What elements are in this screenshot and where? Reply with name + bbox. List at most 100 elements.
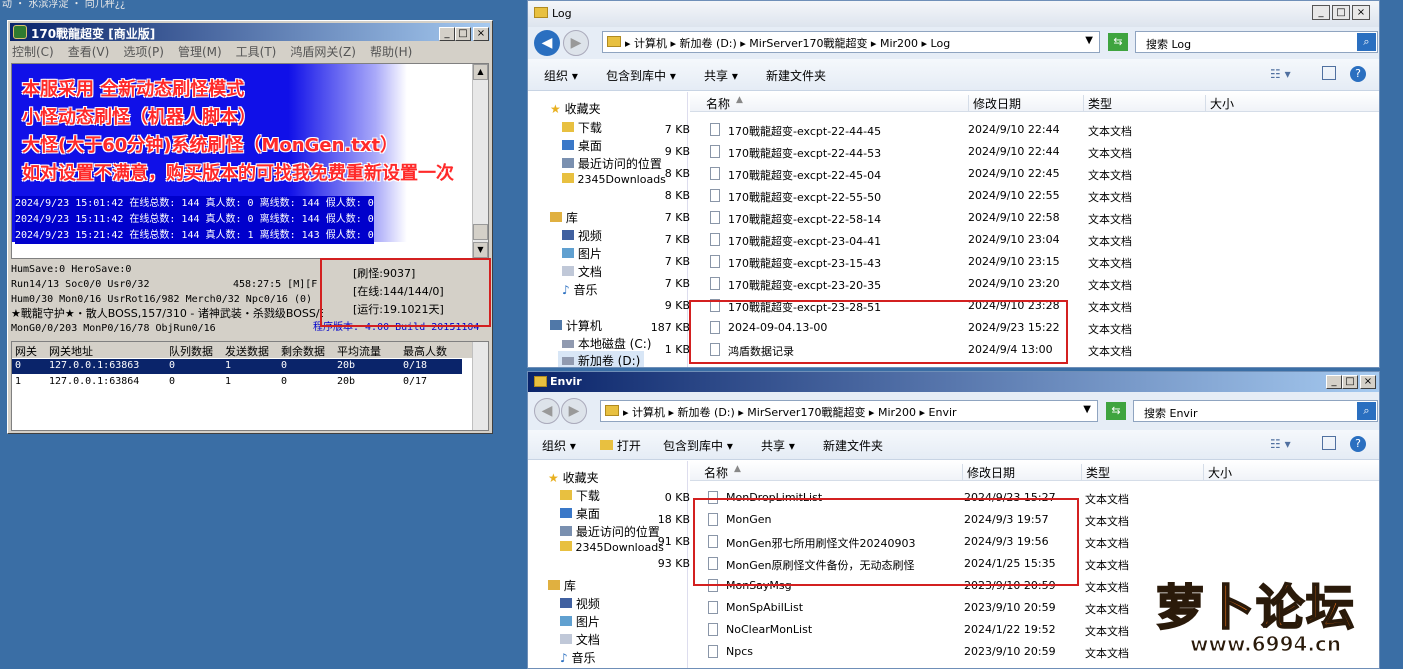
menu-options[interactable]: 选项(P) bbox=[123, 43, 164, 61]
nav-video[interactable]: 视频 bbox=[562, 227, 602, 244]
view-icon[interactable]: ☷ ▾ bbox=[1270, 67, 1291, 81]
file-row[interactable]: 170戰龍超变-excpt-22-45-04 2024/9/10 22:45 文本文… bbox=[665, 164, 1290, 186]
minimize-button[interactable]: _ bbox=[1326, 375, 1342, 389]
new-folder-button[interactable]: 新建文件夹 bbox=[823, 437, 883, 454]
nav-pictures[interactable]: 图片 bbox=[562, 245, 602, 262]
log-address-field[interactable]: ▸ 计算机 ▸ 新加卷 (D:) ▸ MirServer170戰龍超变 ▸ Mi… bbox=[602, 31, 1100, 53]
col-header[interactable]: 队列数据 bbox=[169, 343, 213, 359]
file-row[interactable]: 170戰龍超变-excpt-22-55-50 2024/9/10 22:55 文本文… bbox=[665, 186, 1290, 208]
maximize-button[interactable]: □ bbox=[1332, 5, 1350, 20]
nav-video[interactable]: 视频 bbox=[560, 595, 600, 612]
col-header[interactable]: 网关地址 bbox=[49, 343, 93, 359]
envir-address-field[interactable]: ▸ 计算机 ▸ 新加卷 (D:) ▸ MirServer170戰龍超变 ▸ Mi… bbox=[600, 400, 1098, 422]
preview-pane-icon[interactable] bbox=[1322, 66, 1336, 80]
nav-computer[interactable]: 计算机 bbox=[550, 317, 602, 334]
back-button[interactable]: ◀ bbox=[534, 398, 560, 424]
help-icon[interactable]: ? bbox=[1350, 436, 1366, 452]
nav-2345downloads[interactable]: 2345Downloads bbox=[560, 541, 664, 554]
maximize-button[interactable]: □ bbox=[1342, 375, 1358, 389]
file-row[interactable]: 170戰龍超变-excpt-23-20-35 2024/9/10 23:20 文本文… bbox=[665, 274, 1290, 296]
nav-favorites[interactable]: ★ 收藏夹 bbox=[548, 469, 599, 486]
minimize-button[interactable]: _ bbox=[439, 27, 455, 41]
log-search-input[interactable]: 搜索 Log ⌕ bbox=[1135, 31, 1378, 53]
view-icon[interactable]: ☷ ▾ bbox=[1270, 437, 1291, 451]
file-row[interactable]: 170戰龍超变-excpt-22-58-14 2024/9/10 22:58 文本文… bbox=[665, 208, 1290, 230]
organize-button[interactable]: 组织 ▾ bbox=[544, 67, 578, 84]
col-header[interactable]: 最高人数 bbox=[403, 343, 447, 359]
table-row[interactable]: 0 127.0.0.1:63863 0 1 0 20b 0/18 bbox=[12, 359, 462, 374]
open-button[interactable]: 打开 bbox=[600, 437, 641, 454]
envir-search-input[interactable]: 搜索 Envir ⌕ bbox=[1133, 400, 1378, 422]
refresh-icon[interactable]: ⇆ bbox=[1108, 33, 1128, 51]
menu-tools[interactable]: 工具(T) bbox=[236, 43, 277, 61]
menu-gateway[interactable]: 鸿盾网关(Z) bbox=[290, 43, 356, 61]
nav-documents[interactable]: 文档 bbox=[560, 631, 600, 648]
column-name[interactable]: 名称 bbox=[704, 464, 728, 481]
search-icon[interactable]: ⌕ bbox=[1357, 402, 1376, 420]
nav-downloads[interactable]: 下载 bbox=[562, 119, 602, 136]
menu-view[interactable]: 查看(V) bbox=[68, 43, 110, 61]
nav-music[interactable]: ♪ 音乐 bbox=[560, 649, 596, 666]
log-scrollbar[interactable]: ▲ ▼ bbox=[472, 64, 488, 258]
menu-help[interactable]: 帮助(H) bbox=[370, 43, 412, 61]
close-button[interactable]: × bbox=[1360, 375, 1376, 389]
nav-music[interactable]: ♪ 音乐 bbox=[562, 281, 598, 298]
maximize-button[interactable]: □ bbox=[455, 27, 471, 41]
new-folder-button[interactable]: 新建文件夹 bbox=[766, 67, 826, 84]
column-type[interactable]: 类型 bbox=[1083, 95, 1112, 112]
nav-pictures[interactable]: 图片 bbox=[560, 613, 600, 630]
column-date[interactable]: 修改日期 bbox=[968, 95, 1021, 112]
chevron-down-icon[interactable]: ▼ bbox=[1083, 404, 1091, 415]
file-row[interactable]: 170戰龍超变-excpt-22-44-53 2024/9/10 22:44 文本文… bbox=[665, 142, 1290, 164]
table-row[interactable]: 1 127.0.0.1:63864 0 1 0 20b 0/17 bbox=[12, 375, 462, 390]
scroll-up-icon[interactable]: ▲ bbox=[473, 64, 488, 80]
share-button[interactable]: 共享 ▾ bbox=[761, 437, 795, 454]
forward-button[interactable]: ▶ bbox=[563, 30, 589, 56]
column-size[interactable]: 大小 bbox=[1203, 464, 1232, 481]
nav-library[interactable]: 库 bbox=[550, 209, 578, 226]
nav-desktop[interactable]: 桌面 bbox=[562, 137, 602, 154]
file-row[interactable]: 170戰龍超变-excpt-23-04-41 2024/9/10 23:04 文本文… bbox=[665, 230, 1290, 252]
file-row[interactable]: 170戰龍超变-excpt-22-44-45 2024/9/10 22:44 文本文… bbox=[665, 120, 1290, 142]
close-button[interactable]: × bbox=[1352, 5, 1370, 20]
nav-drive-c[interactable]: 本地磁盘 (C:) bbox=[562, 335, 651, 352]
search-icon[interactable]: ⌕ bbox=[1357, 33, 1376, 51]
preview-pane-icon[interactable] bbox=[1322, 436, 1336, 450]
nav-downloads[interactable]: 下载 bbox=[560, 487, 600, 504]
nav-recent[interactable]: 最近访问的位置 bbox=[562, 155, 662, 172]
organize-button[interactable]: 组织 ▾ bbox=[542, 437, 576, 454]
nav-favorites[interactable]: ★ 收藏夹 bbox=[550, 100, 601, 117]
chevron-down-icon[interactable]: ▼ bbox=[1085, 35, 1093, 46]
log-titlebar[interactable]: Log _ □ × bbox=[528, 1, 1379, 27]
file-row[interactable]: 170戰龍超变-excpt-23-15-43 2024/9/10 23:15 文本文… bbox=[665, 252, 1290, 274]
scroll-thumb[interactable] bbox=[473, 224, 488, 240]
close-button[interactable]: × bbox=[473, 27, 489, 41]
refresh-icon[interactable]: ⇆ bbox=[1106, 402, 1126, 420]
table-scrollbar[interactable] bbox=[472, 342, 488, 430]
nav-drive-d[interactable]: 新加卷 (D:) bbox=[558, 351, 645, 367]
nav-documents[interactable]: 文档 bbox=[562, 263, 602, 280]
column-name[interactable]: 名称 bbox=[706, 95, 730, 112]
menu-control[interactable]: 控制(C) bbox=[12, 43, 54, 61]
server-titlebar[interactable]: 170戰龍超变 [商业版] _ □ × bbox=[10, 23, 490, 41]
column-date[interactable]: 修改日期 bbox=[962, 464, 1015, 481]
log-panel[interactable]: 本服采用 全新动态刷怪模式 小怪动态刷怪（机器人脚本） 大怪(大于60分钟)系统… bbox=[11, 63, 489, 259]
column-size[interactable]: 大小 bbox=[1205, 95, 1234, 112]
help-icon[interactable]: ? bbox=[1350, 66, 1366, 82]
column-type[interactable]: 类型 bbox=[1081, 464, 1110, 481]
include-library-button[interactable]: 包含到库中 ▾ bbox=[663, 437, 733, 454]
minimize-button[interactable]: _ bbox=[1312, 5, 1330, 20]
nav-desktop[interactable]: 桌面 bbox=[560, 505, 600, 522]
forward-button[interactable]: ▶ bbox=[561, 398, 587, 424]
scroll-down-icon[interactable]: ▼ bbox=[473, 242, 488, 258]
envir-titlebar[interactable]: Envir _ □ × bbox=[528, 372, 1379, 392]
back-button[interactable]: ◀ bbox=[534, 30, 560, 56]
nav-2345downloads[interactable]: 2345Downloads bbox=[562, 173, 666, 186]
include-library-button[interactable]: 包含到库中 ▾ bbox=[606, 67, 676, 84]
gateway-table[interactable]: 网关 网关地址 队列数据 发送数据 剩余数据 平均流量 最高人数 0 127.0… bbox=[11, 341, 489, 431]
menu-manage[interactable]: 管理(M) bbox=[178, 43, 222, 61]
col-header[interactable]: 发送数据 bbox=[225, 343, 269, 359]
col-header[interactable]: 剩余数据 bbox=[281, 343, 325, 359]
share-button[interactable]: 共享 ▾ bbox=[704, 67, 738, 84]
col-header[interactable]: 平均流量 bbox=[337, 343, 381, 359]
